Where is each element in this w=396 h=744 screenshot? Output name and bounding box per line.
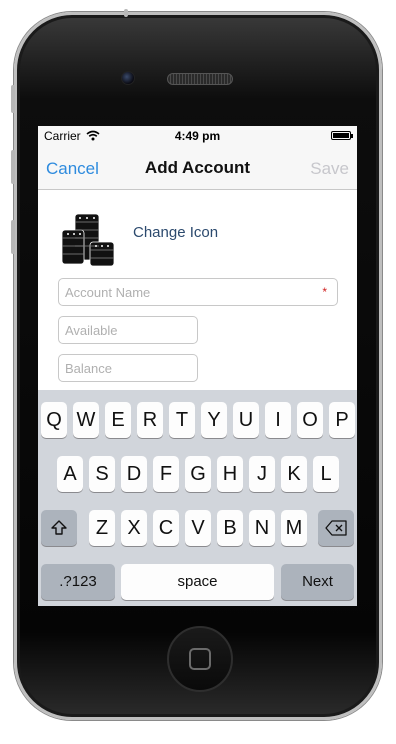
key-c[interactable]: C (153, 510, 179, 546)
space-key[interactable]: space (121, 564, 274, 600)
key-q[interactable]: Q (41, 402, 67, 438)
volume-up-button (11, 150, 15, 184)
shift-key[interactable] (41, 510, 77, 546)
key-b[interactable]: B (217, 510, 243, 546)
required-mark: * (322, 285, 327, 299)
save-button[interactable]: Save (310, 159, 349, 179)
volume-down-button (11, 220, 15, 254)
keyboard: Q W E R T Y U I O P A S D F G H J K L Z … (38, 390, 357, 606)
key-j[interactable]: J (249, 456, 275, 492)
key-k[interactable]: K (281, 456, 307, 492)
balance-input[interactable] (59, 355, 197, 381)
battery-icon (331, 131, 353, 140)
key-a[interactable]: A (57, 456, 83, 492)
home-button[interactable] (167, 626, 233, 692)
key-x[interactable]: X (121, 510, 147, 546)
speaker-grille (167, 73, 233, 85)
key-u[interactable]: U (233, 402, 259, 438)
next-key[interactable]: Next (281, 564, 354, 600)
key-g[interactable]: G (185, 456, 211, 492)
key-p[interactable]: P (329, 402, 355, 438)
available-input[interactable] (59, 317, 197, 343)
account-form: Change Icon * (38, 190, 357, 390)
key-h[interactable]: H (217, 456, 243, 492)
key-z[interactable]: Z (89, 510, 115, 546)
key-i[interactable]: I (265, 402, 291, 438)
numbers-key[interactable]: .?123 (41, 564, 115, 600)
key-f[interactable]: F (153, 456, 179, 492)
mute-switch (11, 85, 15, 113)
power-button (124, 9, 128, 17)
home-square-icon (189, 648, 211, 670)
change-icon-button[interactable]: Change Icon (133, 224, 218, 241)
screen: Carrier 4:49 pm Cancel Add Account Save (38, 126, 357, 606)
key-o[interactable]: O (297, 402, 323, 438)
key-r[interactable]: R (137, 402, 163, 438)
key-e[interactable]: E (105, 402, 131, 438)
navigation-bar: Cancel Add Account Save (38, 146, 357, 190)
page-title: Add Account (144, 158, 251, 177)
status-bar: Carrier 4:49 pm (38, 126, 357, 146)
camera (121, 71, 135, 85)
key-l[interactable]: L (313, 456, 339, 492)
key-y[interactable]: Y (201, 402, 227, 438)
account-name-input[interactable] (59, 279, 337, 305)
balance-field[interactable] (58, 354, 198, 382)
key-d[interactable]: D (121, 456, 147, 492)
key-w[interactable]: W (73, 402, 99, 438)
available-field[interactable] (58, 316, 198, 344)
key-v[interactable]: V (185, 510, 211, 546)
backspace-icon (325, 520, 347, 536)
coins-icon[interactable] (60, 210, 118, 268)
status-time: 4:49 pm (174, 129, 221, 143)
backspace-key[interactable] (318, 510, 354, 546)
key-n[interactable]: N (249, 510, 275, 546)
key-t[interactable]: T (169, 402, 195, 438)
key-m[interactable]: M (281, 510, 307, 546)
shift-icon (51, 520, 67, 535)
key-s[interactable]: S (89, 456, 115, 492)
account-name-field[interactable]: * (58, 278, 338, 306)
